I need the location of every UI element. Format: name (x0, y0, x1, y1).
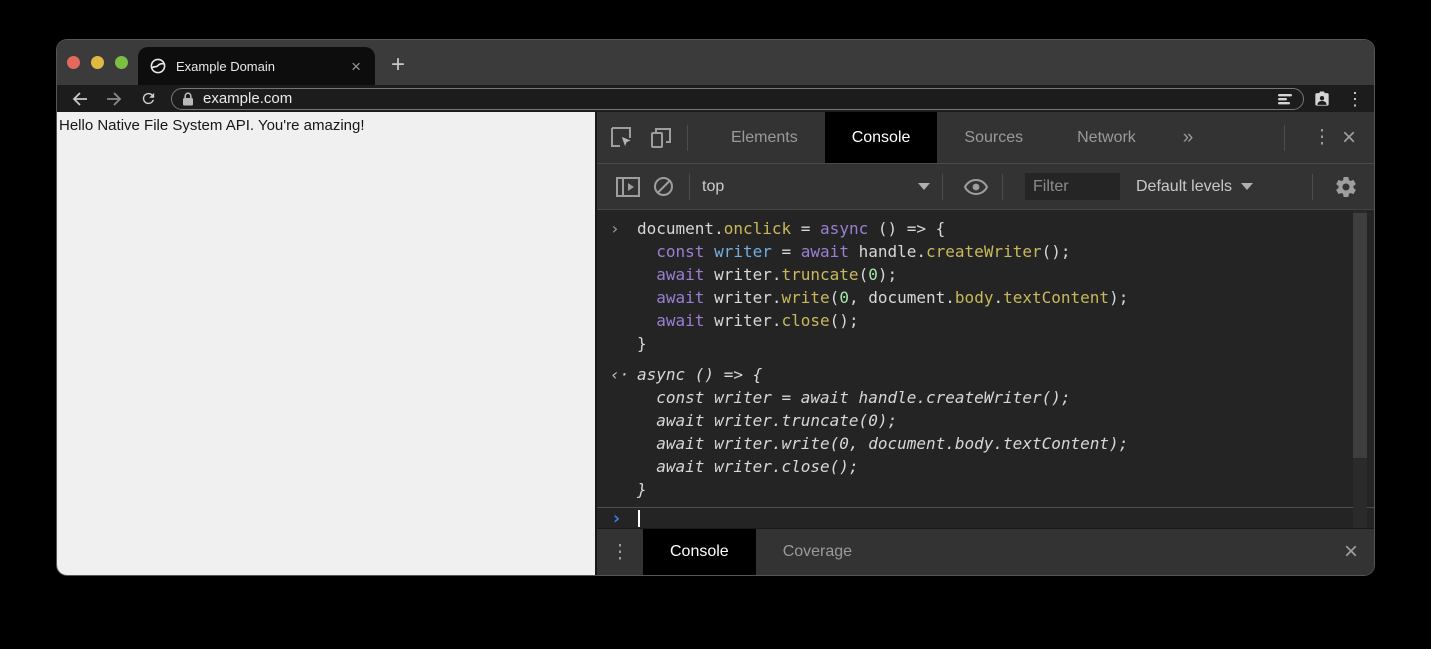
live-expression-eye-icon[interactable] (962, 173, 990, 201)
scrollbar-thumb[interactable] (1353, 213, 1367, 458)
lock-icon (182, 92, 194, 106)
console-entry-result: ‹·async () => { const writer = await han… (597, 361, 1374, 503)
devtools-menu-icon[interactable]: ⋮ (1308, 124, 1336, 152)
divider (687, 125, 688, 151)
clear-console-icon[interactable] (649, 173, 677, 201)
divider (689, 174, 690, 200)
new-tab-button[interactable]: + (391, 53, 405, 77)
devtools-panel: Elements Console Sources Network » ⋮ × (595, 112, 1374, 575)
tab-console[interactable]: Console (825, 112, 938, 163)
console-entry-echo: ›document.onclick = async () => { const … (597, 215, 1374, 357)
globe-favicon-icon (150, 58, 166, 74)
close-window-button[interactable] (67, 56, 80, 69)
divider (1312, 174, 1313, 200)
browser-tab[interactable]: Example Domain × (138, 47, 375, 85)
settings-gear-icon[interactable] (1332, 173, 1360, 201)
drawer-close-icon[interactable]: × (1344, 540, 1358, 564)
browser-menu-icon[interactable]: ⋮ (1346, 90, 1364, 108)
divider (1284, 125, 1285, 151)
javascript-context-select[interactable]: top (702, 178, 930, 196)
chevron-down-icon (918, 183, 930, 190)
reload-icon[interactable] (135, 87, 161, 111)
toolbar-right: ⋮ (1312, 89, 1364, 109)
profile-icon[interactable] (1312, 89, 1332, 109)
tab-close-icon[interactable]: × (349, 58, 363, 75)
browser-window: Example Domain × + example.com (57, 40, 1374, 575)
back-icon[interactable] (67, 87, 93, 111)
text-cursor (638, 510, 640, 527)
devtools-tabbar: Elements Console Sources Network » ⋮ × (597, 112, 1374, 164)
console-code: document.onclick = async () => { const w… (637, 217, 1128, 355)
minimize-window-button[interactable] (91, 56, 104, 69)
console-code: async () => { const writer = await handl… (637, 363, 1128, 501)
inspect-element-icon[interactable] (608, 124, 636, 152)
console-scrollbar[interactable] (1353, 211, 1367, 528)
divider (942, 174, 943, 200)
console-prompt-icon: › (597, 508, 622, 528)
browser-toolbar: example.com ⋮ (57, 85, 1374, 112)
device-toolbar-icon[interactable] (647, 124, 675, 152)
tab-network[interactable]: Network (1050, 112, 1163, 163)
tab-elements[interactable]: Elements (704, 112, 825, 163)
devtools-close-icon[interactable]: × (1342, 126, 1356, 150)
web-page: Hello Native File System API. You're ama… (57, 112, 595, 575)
tab-sources[interactable]: Sources (937, 112, 1050, 163)
tab-title: Example Domain (176, 59, 349, 74)
reading-list-icon[interactable] (1277, 92, 1293, 106)
screen: { "browser": { "tab_title": "Example Dom… (0, 0, 1431, 649)
drawer-tab-console[interactable]: Console (643, 529, 756, 575)
console-sidebar-icon[interactable] (614, 173, 642, 201)
traffic-lights (67, 56, 128, 69)
filter-input[interactable] (1025, 173, 1120, 200)
window-content: Hello Native File System API. You're ama… (57, 112, 1374, 575)
log-levels-label: Default levels (1136, 178, 1232, 196)
more-tabs-icon[interactable]: » (1163, 127, 1214, 149)
log-levels-select[interactable]: Default levels (1136, 178, 1253, 196)
url-text[interactable]: example.com (203, 90, 1277, 107)
context-label: top (702, 178, 724, 196)
address-bar[interactable]: example.com (171, 88, 1304, 110)
forward-icon[interactable] (101, 87, 127, 111)
console-toolbar: top Default levels (597, 164, 1374, 210)
chevron-down-icon (1241, 183, 1253, 190)
devtools-tabs: Elements Console Sources Network (704, 112, 1163, 163)
input-echo-marker-icon: › (597, 217, 637, 355)
devtools-drawer: ⋮ Console Coverage × (597, 528, 1374, 575)
zoom-window-button[interactable] (115, 56, 128, 69)
console-input-row[interactable]: › (597, 507, 1374, 528)
divider (1002, 174, 1003, 200)
returned-value-marker-icon: ‹· (597, 363, 637, 501)
drawer-tab-coverage[interactable]: Coverage (756, 529, 879, 575)
drawer-menu-icon[interactable]: ⋮ (597, 543, 643, 562)
tab-strip: Example Domain × + (57, 40, 1374, 85)
page-body-text: Hello Native File System API. You're ama… (59, 117, 365, 134)
console-messages[interactable]: ›document.onclick = async () => { const … (597, 210, 1374, 507)
